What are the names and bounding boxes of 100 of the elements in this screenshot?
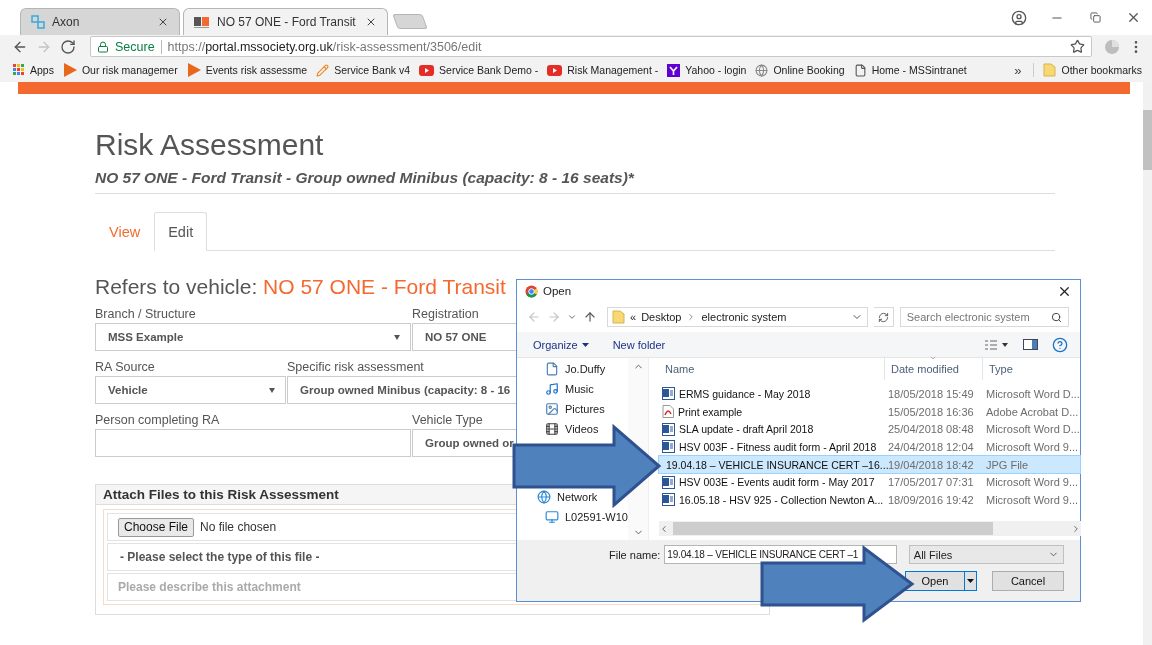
search-icon [1051,311,1062,323]
breadcrumb-item[interactable]: electronic system [701,311,787,323]
search-field[interactable]: Search electronic system [899,307,1069,327]
nav-item[interactable]: Music [545,379,594,399]
bookmark[interactable]: Online Booking [752,63,848,77]
refresh-icon [877,311,889,323]
bookmark[interactable]: Service Bank Demo - [416,64,542,76]
folder-icon [612,310,625,324]
scrollbar[interactable] [1143,82,1152,645]
nav-item[interactable]: Pictures [545,399,605,419]
page-subtitle: NO 57 ONE - Ford Transit - Group owned Minibus (capacity: 8 - 16 seats)* [95,168,636,188]
file-row[interactable]: HSV 003F - Fitness audit form - April 2018 24/04/2018 12:04 Microsoft Word 9... [659,438,1080,456]
select-field[interactable]: MSS Example [95,323,411,351]
file-type-select[interactable]: All Files [908,545,1064,564]
caret-icon [581,342,589,347]
page-title: Risk Assessment [95,127,325,163]
square-icon [667,63,681,77]
close-icon[interactable] [157,16,169,28]
network-icon [537,490,551,504]
page-icon [853,63,867,77]
organize-menu[interactable]: Organize [533,338,589,351]
bookmark[interactable]: Other bookmarks [1040,63,1145,77]
folder-icon [1043,63,1057,77]
overflow-chevron[interactable]: » [1008,62,1028,78]
bookmark[interactable]: Service Bank v4 [313,63,414,77]
nav-item[interactable]: Videos [545,419,599,439]
computer-icon [545,510,559,524]
globe-icon [755,63,769,77]
file-row[interactable]: Print example 15/05/2018 16:36 Adobe Acrobat D... [659,402,1080,421]
word-document-icon [662,440,675,454]
scroll-left-icon[interactable] [659,523,669,534]
open-button[interactable]: Open [905,571,977,591]
video-icon [547,64,563,76]
file-row[interactable]: SLA update - draft April 2018 25/04/2018 08:48 Microsoft Word D... [659,420,1080,439]
nav-item[interactable]: Jo.Duffy [545,359,606,379]
caret-icon [967,579,974,583]
field-label: Vehicle Type [412,412,483,428]
dropdown-caret-icon[interactable] [567,312,577,322]
file-status: No file chosen [200,520,277,534]
bookmark[interactable]: Home - MSSintranet [850,63,970,77]
new-tab-button[interactable] [392,14,428,29]
dialog-title: Open [543,285,572,297]
file-row[interactable]: ERMS guidance - May 2018 18/05/2018 15:49 Microsoft Word D... [659,385,1080,403]
breadcrumb-bar[interactable]: « Desktop electronic system [607,307,868,327]
word-document-icon [662,422,675,436]
field-label: Branch / Structure [95,306,196,322]
field-label: Registration [412,306,479,322]
browser-icon [525,284,538,298]
secure-label: Secure [115,39,155,54]
column-header[interactable]: Name [659,358,885,380]
input-field[interactable] [95,429,411,457]
nav-item[interactable]: Network [537,487,598,507]
column-header[interactable]: Type [983,358,1081,380]
lock-icon [97,40,109,53]
word-document-icon [662,493,675,507]
field-label: Specific risk assessment [287,359,424,375]
help-icon[interactable] [1052,336,1068,353]
caret-icon [394,334,400,340]
view-options-icon[interactable] [985,339,1009,350]
document-icon [545,362,559,376]
reload-icon[interactable] [60,38,76,55]
star-icon[interactable] [1070,39,1085,54]
browser-tab[interactable]: NO 57 ONE - Ford Transit [183,8,388,35]
url-text: https://portal.mssociety.org.uk/risk-assessment/3506/edit [167,39,482,54]
pdf-icon [662,405,674,419]
breadcrumb-item[interactable]: Desktop [641,311,682,323]
section-heading: Refers to vehicle: NO 57 ONE - Ford Transit [95,275,506,299]
new-folder-button[interactable]: New folder [612,338,666,351]
field-label: Person completing RA [95,412,220,428]
bookmark[interactable]: Yahoo - login [664,63,750,77]
file-row[interactable]: 19.04.18 – VEHICLE INSURANCE CERT –16...19/04/2018 18:42 JPG File [659,455,1080,474]
play-icon [62,63,77,77]
breadcrumb-overflow[interactable]: « [630,311,637,323]
file-name-field[interactable]: 19.04.18 – VEHICLE INSURANCE CERT –1 [664,545,897,564]
film-icon [545,422,559,436]
column-header[interactable]: Date modified [885,358,983,380]
choose-file-button[interactable]: Choose File [118,517,195,537]
cancel-button[interactable]: Cancel [992,571,1064,591]
browser-tab[interactable]: Axon [20,8,180,35]
music-icon [545,382,559,396]
play-icon [186,63,201,77]
file-name-label: File name: [609,548,661,561]
refresh-button[interactable] [873,307,894,327]
extension-icon[interactable] [1104,38,1120,55]
bookmark[interactable]: Our risk managemer [59,63,181,77]
bookmark[interactable]: Risk Management - [544,64,662,76]
select-field[interactable]: Vehicle [95,376,286,404]
preview-pane-icon[interactable] [1023,339,1038,350]
pencil-icon [316,63,330,77]
caret-icon [269,387,275,393]
picture-icon [545,402,559,416]
tab[interactable]: Edit [154,212,208,251]
logo-icon [194,16,210,28]
close-icon[interactable] [365,16,377,28]
word-document-icon [662,475,675,489]
scrollbar[interactable] [659,521,1081,536]
address-bar[interactable]: Secure https://portal.mssociety.org.uk/risk-assessment/3506/edit [90,36,1092,57]
app-icon [31,15,45,29]
bookmark[interactable]: Apps [10,64,57,76]
bookmark[interactable]: Events risk assessme [183,63,311,77]
